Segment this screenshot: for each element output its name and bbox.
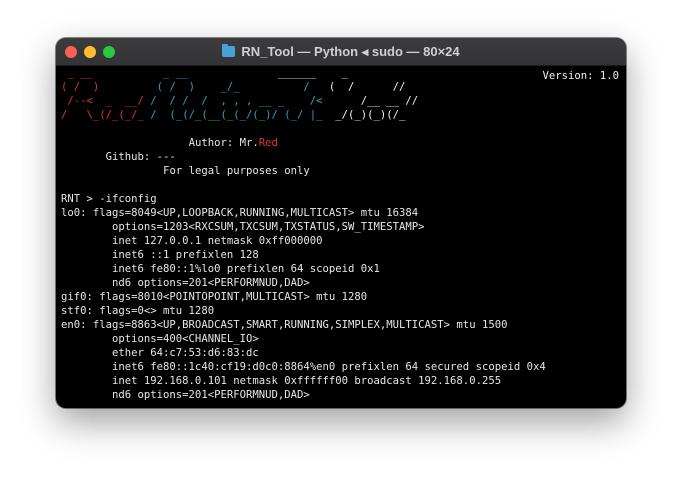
command-text: -ifconfig	[99, 193, 157, 205]
command-line[interactable]: RNT > -ifconfig	[61, 192, 626, 206]
output-line: inet6 fe80::1c40:cf19:d0c0:8864%en0 pref…	[61, 361, 546, 373]
window-title: RN_Tool — Python ◂ sudo — 80×24	[241, 43, 460, 59]
terminal-content[interactable]: Version: 1.0 _ __ _ __ ______ _ ( / ) ( …	[61, 66, 626, 408]
output-line: inet 127.0.0.1 netmask 0xff000000	[61, 235, 323, 247]
output-line: inet 192.168.0.101 netmask 0xffffff00 br…	[61, 375, 502, 387]
output-line: nd6 options=201<PERFORMNUD,DAD>	[61, 277, 310, 289]
output-line: en0: flags=8863<UP,BROADCAST,SMART,RUNNI…	[61, 319, 508, 331]
output-line: inet6 ::1 prefixlen 128	[61, 249, 259, 261]
output-line: lo0: flags=8049<UP,LOOPBACK,RUNNING,MULT…	[61, 207, 419, 219]
output-line: ether 64:c7:53:d6:83:dc	[61, 347, 259, 359]
author-name: Red	[258, 137, 278, 149]
logo-line: / \_(/_(_/_ / (_(/_(__(_(_/(_)/ (_/ |_ _…	[61, 109, 406, 121]
legal-line: For legal purposes only	[163, 165, 310, 177]
window-title-group: RN_Tool — Python ◂ sudo — 80×24	[56, 38, 626, 65]
terminal-window[interactable]: RN_Tool — Python ◂ sudo — 80×24 Version:…	[56, 38, 626, 408]
logo-line: ( / ) ( / ) _/_ / ( / //	[61, 81, 406, 93]
logo-line: /--< _ __/ / / / / , , , __ _ /< /__ __ …	[61, 95, 419, 107]
title-bar[interactable]: RN_Tool — Python ◂ sudo — 80×24	[56, 38, 626, 66]
output-line: gif0: flags=8010<POINTOPOINT,MULTICAST> …	[61, 291, 368, 303]
output-line: stf0: flags=0<> mtu 1280	[61, 305, 215, 317]
prompt: RNT >	[61, 193, 100, 205]
output-line: nd6 options=201<PERFORMNUD,DAD>	[61, 389, 310, 401]
output-line: options=400<CHANNEL_IO>	[61, 333, 259, 345]
author-line: Author: Mr.Red	[188, 137, 278, 149]
github-line: Github: ---	[105, 151, 176, 163]
logo-line: _ __ _ __ ______ _	[61, 67, 349, 79]
folder-icon	[222, 44, 236, 57]
output-line: options=1203<RXCSUM,TXCSUM,TXSTATUS,SW_T…	[61, 221, 425, 233]
version-label: Version: 1.0	[542, 70, 619, 82]
output-line: inet6 fe80::1%lo0 prefixlen 64 scopeid 0…	[61, 263, 380, 275]
